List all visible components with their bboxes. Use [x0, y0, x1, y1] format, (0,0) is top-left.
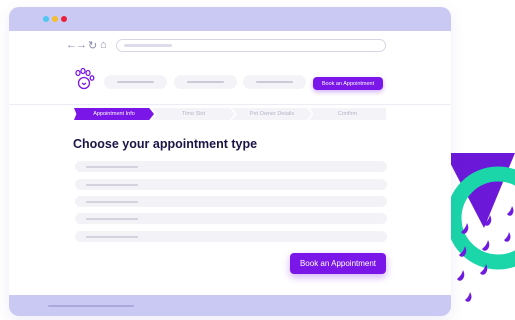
nav-link-2[interactable] — [174, 75, 237, 89]
paw-icon[interactable] — [71, 67, 97, 93]
step-progress: Appointment Info Time Slot Pet Owner Det… — [74, 108, 386, 120]
page-title: Choose your appointment type — [73, 137, 258, 151]
header-book-appointment-button[interactable]: Book an Appointment — [313, 77, 383, 90]
forward-icon[interactable]: → — [76, 39, 87, 51]
appointment-type-option-5[interactable] — [75, 231, 387, 242]
url-placeholder-line — [124, 44, 172, 47]
step-confirm[interactable]: Confirm — [309, 108, 386, 120]
step-pet-owner-details[interactable]: Pet Owner Details — [232, 108, 312, 120]
step-time-slot[interactable]: Time Slot — [152, 108, 235, 120]
footer-placeholder-line — [48, 305, 134, 307]
window-minimize-dot[interactable] — [43, 16, 49, 22]
reload-icon[interactable]: ↻ — [88, 39, 97, 52]
appointment-type-option-1[interactable] — [75, 161, 387, 172]
window-close-dot[interactable] — [61, 16, 67, 22]
footer-bar — [9, 295, 451, 316]
appointment-type-option-3[interactable] — [75, 196, 387, 207]
nav-link-3[interactable] — [243, 75, 306, 89]
window-maximize-dot[interactable] — [52, 16, 58, 22]
appointment-type-option-4[interactable] — [75, 213, 387, 224]
home-icon[interactable]: ⌂ — [100, 39, 107, 51]
step-appointment-info[interactable]: Appointment Info — [74, 108, 154, 120]
url-field[interactable] — [116, 39, 386, 52]
nav-link-1[interactable] — [104, 75, 167, 89]
book-appointment-button[interactable]: Book an Appointment — [290, 253, 386, 274]
browser-window: ← → ↻ ⌂ Book an Appointment Appointment … — [9, 7, 451, 316]
site-header: Book an Appointment — [9, 64, 451, 105]
address-bar: ← → ↻ ⌂ — [9, 31, 451, 65]
appointment-type-option-2[interactable] — [75, 179, 387, 190]
title-bar — [9, 7, 451, 31]
